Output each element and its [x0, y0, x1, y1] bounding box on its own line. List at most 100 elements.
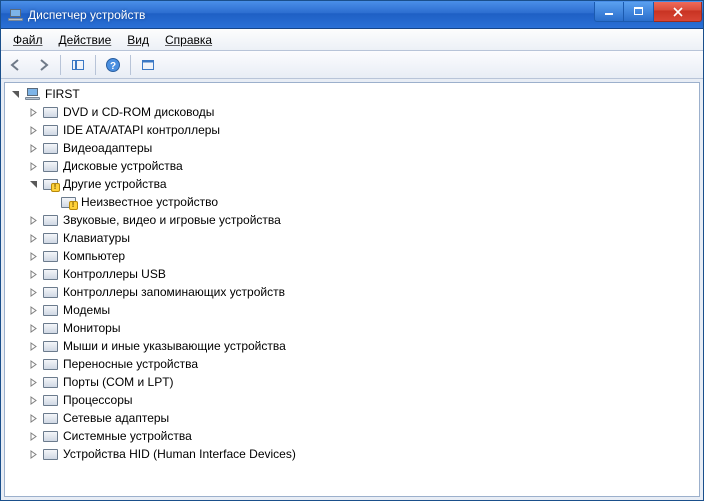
tree-category[interactable]: Контроллеры USB: [5, 265, 699, 283]
menu-file[interactable]: Файл: [5, 31, 51, 49]
toolbar-separator: [60, 55, 61, 75]
tree-node-label: Видеоадаптеры: [61, 140, 154, 156]
tree-node-label: Другие устройства: [61, 176, 169, 192]
expand-icon[interactable]: [25, 374, 41, 390]
tree-category[interactable]: Мониторы: [5, 319, 699, 337]
maximize-button[interactable]: [624, 2, 654, 22]
svg-text:?: ?: [110, 61, 116, 72]
tree-category[interactable]: Процессоры: [5, 391, 699, 409]
tree-category[interactable]: Дисковые устройства: [5, 157, 699, 175]
device-category-icon: [42, 140, 58, 156]
tree-category[interactable]: Звуковые, видео и игровые устройства: [5, 211, 699, 229]
tree-node-label: Контроллеры запоминающих устройств: [61, 284, 287, 300]
expand-icon[interactable]: [25, 302, 41, 318]
tree-node-label: Дисковые устройства: [61, 158, 185, 174]
device-category-icon: [42, 302, 58, 318]
device-category-icon: [42, 284, 58, 300]
tree-node-label: Звуковые, видео и игровые устройства: [61, 212, 283, 228]
tree-node-label: Сетевые адаптеры: [61, 410, 171, 426]
tree-node-label: Контроллеры USB: [61, 266, 168, 282]
tree-category[interactable]: Устройства HID (Human Interface Devices): [5, 445, 699, 463]
expand-icon[interactable]: [25, 356, 41, 372]
toolbar-separator: [95, 55, 96, 75]
window-controls: [594, 2, 702, 22]
expand-icon[interactable]: [25, 248, 41, 264]
tree-category[interactable]: !Другие устройства: [5, 175, 699, 193]
collapse-icon[interactable]: [25, 176, 41, 192]
menubar: Файл Действие Вид Справка: [1, 29, 703, 51]
scan-hardware-button[interactable]: [136, 53, 160, 77]
window-title: Диспетчер устройств: [28, 8, 594, 22]
expand-icon[interactable]: [25, 338, 41, 354]
device-category-icon: [42, 374, 58, 390]
device-category-icon: [42, 446, 58, 462]
device-tree: FIRST DVD и CD-ROM дисководы IDE ATA/ATAPI…: [5, 85, 699, 463]
expand-icon[interactable]: [25, 446, 41, 462]
device-category-icon: [42, 320, 58, 336]
computer-icon: [24, 86, 40, 102]
device-category-icon: [42, 266, 58, 282]
tree-node-label: Устройства HID (Human Interface Devices): [61, 446, 298, 462]
tree-category[interactable]: IDE ATA/ATAPI контроллеры: [5, 121, 699, 139]
expand-icon[interactable]: [25, 428, 41, 444]
tree-node-label: Мыши и иные указывающие устройства: [61, 338, 288, 354]
expand-icon[interactable]: [25, 410, 41, 426]
tree-node-label: FIRST: [43, 86, 82, 102]
app-icon: [7, 7, 23, 23]
titlebar[interactable]: Диспетчер устройств: [1, 1, 703, 29]
expand-icon[interactable]: [25, 140, 41, 156]
toolbar: ?: [1, 51, 703, 79]
tree-category[interactable]: Переносные устройства: [5, 355, 699, 373]
back-button[interactable]: [5, 53, 29, 77]
device-category-icon: [42, 248, 58, 264]
collapse-icon[interactable]: [7, 86, 23, 102]
expand-icon[interactable]: [25, 230, 41, 246]
tree-device[interactable]: !Неизвестное устройство: [5, 193, 699, 211]
menu-view[interactable]: Вид: [119, 31, 157, 49]
tree-node-label: DVD и CD-ROM дисководы: [61, 104, 216, 120]
tree-node-label: Порты (COM и LPT): [61, 374, 176, 390]
expand-icon[interactable]: [25, 212, 41, 228]
device-tree-panel[interactable]: FIRST DVD и CD-ROM дисководы IDE ATA/ATAPI…: [4, 82, 700, 497]
tree-category[interactable]: Компьютер: [5, 247, 699, 265]
help-button[interactable]: ?: [101, 53, 125, 77]
device-category-icon: [42, 230, 58, 246]
tree-node-label: Процессоры: [61, 392, 135, 408]
show-hidden-button[interactable]: [66, 53, 90, 77]
content-frame: FIRST DVD и CD-ROM дисководы IDE ATA/ATAPI…: [1, 79, 703, 500]
tree-category[interactable]: Мыши и иные указывающие устройства: [5, 337, 699, 355]
toolbar-separator: [130, 55, 131, 75]
tree-node-label: Модемы: [61, 302, 112, 318]
tree-node-label: Переносные устройства: [61, 356, 200, 372]
minimize-button[interactable]: [594, 2, 624, 22]
device-category-icon: [42, 212, 58, 228]
tree-node-label: Мониторы: [61, 320, 122, 336]
tree-root[interactable]: FIRST: [5, 85, 699, 103]
tree-category[interactable]: DVD и CD-ROM дисководы: [5, 103, 699, 121]
expand-icon[interactable]: [25, 320, 41, 336]
forward-button[interactable]: [31, 53, 55, 77]
expand-icon: [43, 194, 59, 210]
expand-icon[interactable]: [25, 104, 41, 120]
tree-node-label: Неизвестное устройство: [79, 194, 220, 210]
expand-icon[interactable]: [25, 158, 41, 174]
expand-icon[interactable]: [25, 266, 41, 282]
expand-icon[interactable]: [25, 122, 41, 138]
close-button[interactable]: [654, 2, 702, 22]
tree-category[interactable]: Модемы: [5, 301, 699, 319]
tree-category[interactable]: Клавиатуры: [5, 229, 699, 247]
tree-category[interactable]: Контроллеры запоминающих устройств: [5, 283, 699, 301]
tree-category[interactable]: Порты (COM и LPT): [5, 373, 699, 391]
tree-category[interactable]: Сетевые адаптеры: [5, 409, 699, 427]
menu-action[interactable]: Действие: [51, 31, 120, 49]
menu-help[interactable]: Справка: [157, 31, 220, 49]
tree-node-label: Клавиатуры: [61, 230, 132, 246]
unknown-device-icon: !: [60, 194, 76, 210]
expand-icon[interactable]: [25, 392, 41, 408]
tree-node-label: Системные устройства: [61, 428, 194, 444]
tree-category[interactable]: Системные устройства: [5, 427, 699, 445]
tree-category[interactable]: Видеоадаптеры: [5, 139, 699, 157]
device-category-icon: [42, 428, 58, 444]
tree-node-label: IDE ATA/ATAPI контроллеры: [61, 122, 222, 138]
expand-icon[interactable]: [25, 284, 41, 300]
